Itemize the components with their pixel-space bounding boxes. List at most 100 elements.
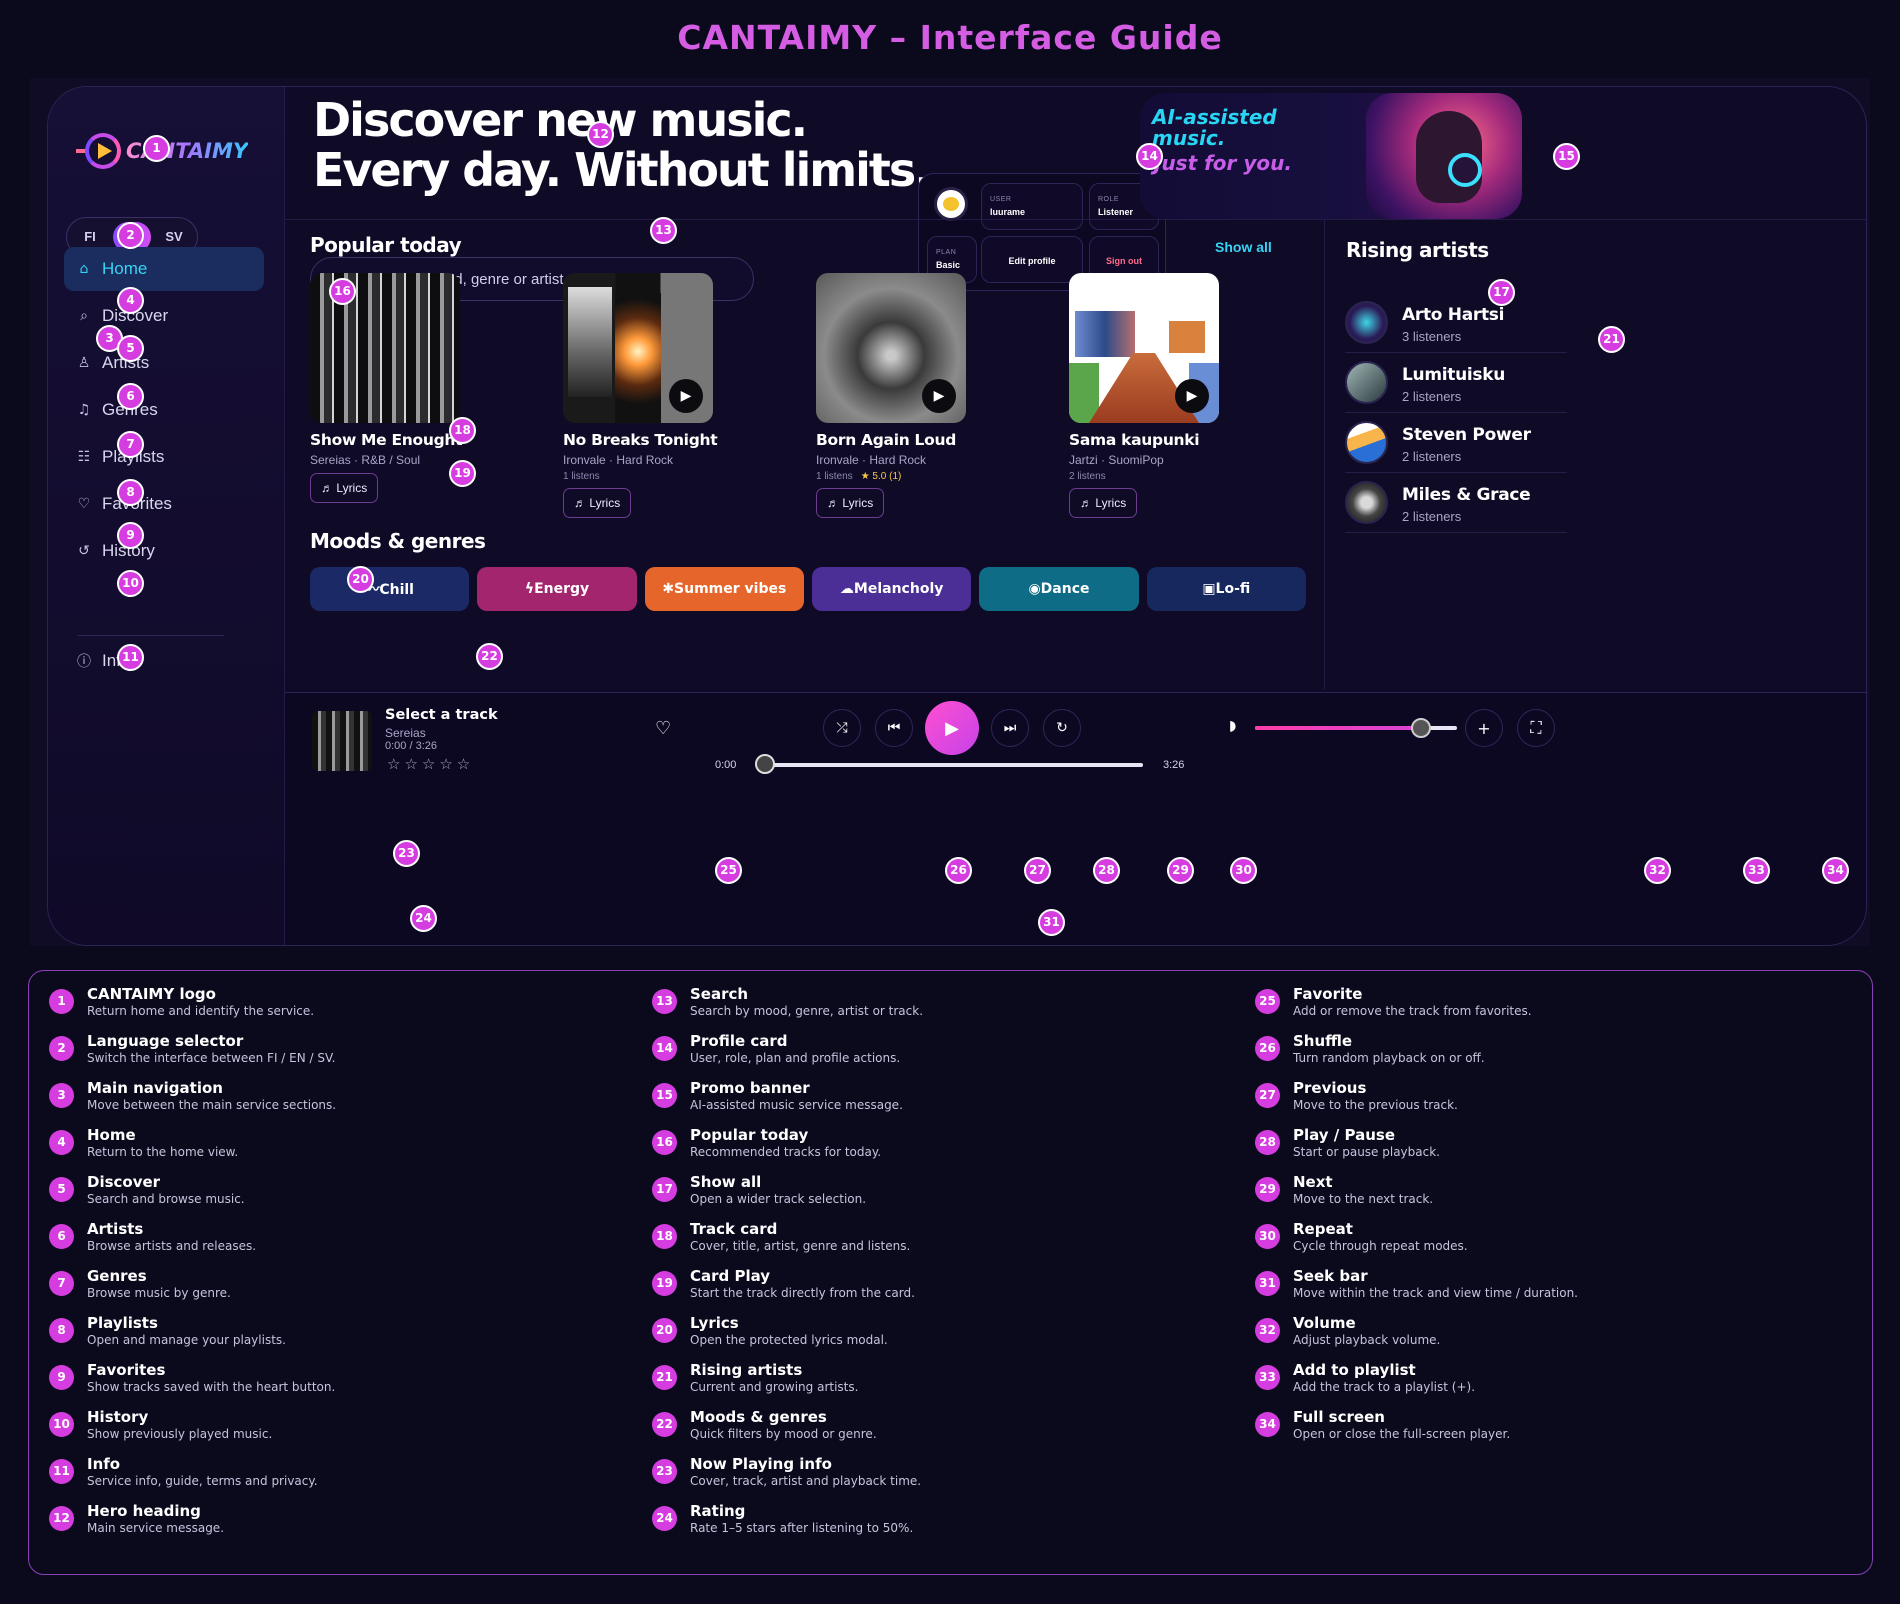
lyrics-button[interactable]: ♬ Lyrics	[563, 488, 632, 518]
legend-title: Playlists	[87, 1314, 158, 1332]
track-card[interactable]: ▶ Born Again Loud Ironvale · Hard Rock 1…	[816, 273, 1016, 518]
add-to-playlist-button[interactable]: +	[1465, 709, 1503, 747]
legend-description: Add the track to a playlist (+).	[1293, 1380, 1476, 1394]
search-icon: ⌕	[80, 308, 88, 324]
track-meta: Sereias · R&B / Soul	[310, 453, 421, 467]
track-meta: Ironvale · Hard Rock	[563, 453, 674, 467]
sidebar-item-genres[interactable]: ♫ Genres	[64, 388, 264, 432]
volume-handle[interactable]	[1410, 718, 1431, 738]
legend-number-badge: 8	[49, 1318, 74, 1343]
legend-item: 3 Main navigation Move between the main se…	[49, 1079, 336, 1126]
mood-dance-button[interactable]: ◉Dance	[979, 567, 1139, 611]
avatar	[1345, 361, 1388, 404]
show-all-link[interactable]: Show all	[1215, 239, 1272, 255]
artist-item[interactable]: Steven Power 2 listeners	[1345, 413, 1567, 473]
track-card[interactable]: Show Me Enought Sereias · R&B / Soul ♬ L…	[310, 273, 510, 503]
player-bar: Select a track Sereias 0:00 / 3:26 ☆☆☆☆☆…	[285, 692, 1866, 945]
lyrics-button[interactable]: ♬ Lyrics	[1069, 488, 1138, 518]
track-card[interactable]: ▶ No Breaks Tonight Ironvale · Hard Rock…	[563, 273, 763, 518]
annotation-badge: 14	[1136, 143, 1163, 170]
play-icon[interactable]: ▶	[922, 379, 956, 413]
main-navigation: ⌂ Home ⌕ Discover ♙ Artists ♫ Genres ☷ P…	[64, 247, 264, 576]
legend-title: Seek bar	[1293, 1267, 1368, 1285]
divider	[78, 635, 224, 636]
legend-description: Browse music by genre.	[87, 1286, 231, 1300]
profile-user: USER luurame	[981, 183, 1083, 230]
favorite-heart-icon[interactable]: ♡	[655, 718, 671, 739]
sidebar-item-info[interactable]: ⓘ Info	[64, 639, 264, 683]
legend-number-badge: 6	[49, 1224, 74, 1249]
sidebar-item-home[interactable]: ⌂ Home	[64, 247, 264, 291]
annotation-badge: 26	[945, 857, 972, 884]
play-icon[interactable]: ▶	[669, 379, 703, 413]
legend-description: Search and browse music.	[87, 1192, 245, 1206]
mood-energy-button[interactable]: ϟEnergy	[477, 567, 637, 611]
promo-line-2: Just for you.	[1154, 151, 1292, 175]
mood-chill-button[interactable]: 〰Chill	[310, 567, 470, 611]
legend-title: Popular today	[690, 1126, 809, 1144]
sidebar-item-favorites[interactable]: ♡ Favorites	[64, 482, 264, 526]
legend-number-badge: 20	[652, 1318, 677, 1343]
sidebar-item-history[interactable]: ↺ History	[64, 529, 264, 573]
headphones-icon	[1448, 153, 1482, 187]
legend-number-badge: 3	[49, 1083, 74, 1108]
annotation-badge: 16	[329, 278, 356, 305]
track-cover: ▶	[816, 273, 966, 423]
rating-stars[interactable]: ☆☆☆☆☆	[387, 755, 474, 773]
legend-item: 21 Rising artists Current and growing arti…	[652, 1361, 923, 1408]
lyrics-button[interactable]: ♬ Lyrics	[816, 488, 885, 518]
legend-number-badge: 15	[652, 1083, 677, 1108]
fullscreen-button[interactable]: ⛶	[1517, 709, 1555, 747]
seek-elapsed: 0:00	[715, 759, 737, 771]
avatar[interactable]	[934, 187, 968, 221]
artist-item[interactable]: Lumituisku 2 listeners	[1345, 353, 1567, 413]
legend-description: Start or pause playback.	[1293, 1145, 1440, 1159]
artist-item[interactable]: Arto Hartsi 3 listeners	[1345, 293, 1567, 353]
repeat-button[interactable]: ↻	[1043, 709, 1081, 747]
legend-description: Search by mood, genre, artist or track.	[690, 1004, 924, 1018]
legend-item: 25 Favorite Add or remove the track from f…	[1255, 985, 1578, 1032]
legend-description: Cycle through repeat modes.	[1293, 1239, 1468, 1253]
sidebar-item-discover[interactable]: ⌕ Discover	[64, 294, 264, 338]
plus-icon: +	[1477, 718, 1491, 738]
volume-slider[interactable]	[1255, 718, 1457, 738]
play-pause-button[interactable]: ▶	[925, 701, 979, 755]
legend-item: 7 Genres Browse music by genre.	[49, 1267, 336, 1314]
legend-column: 13 Search Search by mood, genre, artist or…	[652, 985, 923, 1549]
lyrics-button[interactable]: ♬ Lyrics	[310, 473, 379, 503]
mood-melancholy-button[interactable]: ☁Melancholy	[811, 567, 972, 611]
legend-title: Show all	[690, 1173, 762, 1191]
annotation-badge: 9	[117, 522, 144, 549]
legend-title: Info	[87, 1455, 121, 1473]
seek-handle[interactable]	[755, 754, 775, 774]
mood-lofi-button[interactable]: ▣Lo-fi	[1146, 567, 1306, 611]
legend-number-badge: 16	[652, 1130, 677, 1155]
legend-item: 33 Add to playlist Add the track to a play…	[1255, 1361, 1578, 1408]
legend-item: 17 Show all Open a wider track selection.	[652, 1173, 923, 1220]
mood-summer-vibes-button[interactable]: ✱Summer vibes	[644, 567, 804, 611]
shuffle-button[interactable]: ⤮	[823, 709, 861, 747]
legend-item: 26 Shuffle Turn random playback on or off.	[1255, 1032, 1578, 1079]
annotation-badge: 12	[587, 121, 614, 148]
next-button[interactable]: ⏭	[991, 709, 1029, 747]
legend-number-badge: 24	[652, 1506, 677, 1531]
legend-item: 13 Search Search by mood, genre, artist or…	[652, 985, 923, 1032]
artist-item[interactable]: Miles & Grace 2 listeners	[1345, 473, 1567, 533]
legend-number-badge: 1	[49, 989, 74, 1014]
seek-bar[interactable]	[755, 754, 1143, 774]
now-playing-title: Select a track	[385, 707, 498, 723]
previous-button[interactable]: ⏮	[875, 709, 913, 747]
legend-description: Turn random playback on or off.	[1293, 1051, 1485, 1065]
profile-role-value: Listener	[1098, 207, 1134, 217]
annotation-badge: 18	[449, 417, 476, 444]
track-card[interactable]: ▶ Sama kaupunki Jartzi · SuomiPop 2 list…	[1069, 273, 1269, 518]
legend-title: Lyrics	[690, 1314, 739, 1332]
sidebar-item-artists[interactable]: ♙ Artists	[64, 341, 264, 385]
volume-icon[interactable]: ◗	[1229, 718, 1236, 734]
legend-number-badge: 11	[49, 1459, 74, 1484]
play-icon[interactable]: ▶	[1175, 379, 1209, 413]
avatar	[1345, 481, 1388, 524]
legend-number-badge: 17	[652, 1177, 677, 1202]
sidebar-item-playlists[interactable]: ☷ Playlists	[64, 435, 264, 479]
legend-title: Moods & genres	[690, 1408, 827, 1426]
